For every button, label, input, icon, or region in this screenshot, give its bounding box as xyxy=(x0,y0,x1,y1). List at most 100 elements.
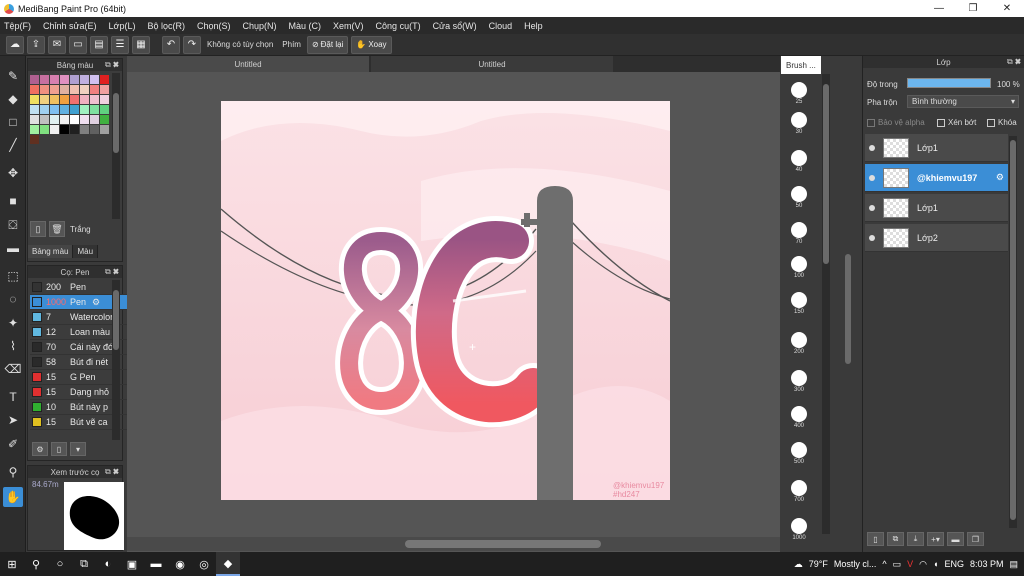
gear-icon[interactable]: ⚙ xyxy=(996,172,1004,183)
redo-icon[interactable]: ↷ xyxy=(183,35,201,54)
minimize-button[interactable]: — xyxy=(922,0,956,17)
palette-swatch[interactable] xyxy=(90,115,99,124)
select-pen-tool-icon[interactable]: ⌇ xyxy=(3,336,23,356)
panel-close-icon[interactable]: ⧉ ✖ xyxy=(1007,57,1021,67)
palette-swatch[interactable] xyxy=(70,115,79,124)
fill-rect-tool-icon[interactable]: ■ xyxy=(3,191,23,211)
antivirus-icon[interactable]: V xyxy=(907,559,913,569)
palette-swatch[interactable] xyxy=(50,75,59,84)
palette-swatch[interactable] xyxy=(60,85,69,94)
palette-swatch[interactable] xyxy=(40,125,49,134)
layer-row[interactable]: @khiemvu197 ⚙ xyxy=(865,164,1008,192)
palette-swatch[interactable] xyxy=(50,95,59,104)
palette-swatch[interactable] xyxy=(50,105,59,114)
menu-item[interactable]: Chụp(N) xyxy=(243,21,277,31)
palette-swatch[interactable] xyxy=(80,105,89,114)
palette-swatch[interactable] xyxy=(100,85,109,94)
add-brush-icon[interactable]: ⚙ xyxy=(32,442,48,456)
select-tool-icon[interactable]: ⬚ xyxy=(3,266,23,286)
layer-row[interactable]: Lớp2 xyxy=(865,224,1008,252)
divide-tool-icon[interactable]: ✐ xyxy=(3,434,23,454)
visibility-icon[interactable] xyxy=(869,234,875,241)
cloud-icon[interactable]: ☁ xyxy=(6,35,24,54)
palette-swatch[interactable] xyxy=(90,75,99,84)
visibility-icon[interactable] xyxy=(869,144,875,151)
brush-size-option[interactable]: 200 xyxy=(784,332,814,355)
menu-item[interactable]: Lớp(L) xyxy=(109,21,136,31)
file-explorer-icon[interactable]: ▬ xyxy=(144,552,168,576)
brush-scrollbar[interactable] xyxy=(112,280,120,440)
weather-text[interactable]: Mostly cl... xyxy=(834,559,877,569)
rectangle-tool-icon[interactable]: □ xyxy=(3,112,23,132)
palette-swatch[interactable] xyxy=(90,85,99,94)
tab-color[interactable]: Màu xyxy=(73,245,99,258)
line-tool-icon[interactable]: ╱ xyxy=(3,135,23,155)
palette-swatch[interactable] xyxy=(40,115,49,124)
chevron-up-icon[interactable]: ^ xyxy=(882,559,886,569)
palette-swatch[interactable] xyxy=(80,125,89,134)
bucket-tool-icon[interactable]: ⛋ xyxy=(3,215,23,235)
palette-swatch[interactable] xyxy=(60,75,69,84)
palette-swatch[interactable] xyxy=(60,115,69,124)
brush-size-option[interactable]: 25 xyxy=(784,82,814,105)
palette-swatch[interactable] xyxy=(30,75,39,84)
panel-close-icon[interactable]: ⧉ ✖ xyxy=(105,467,119,477)
palette-swatch[interactable] xyxy=(100,115,109,124)
clock[interactable]: 8:03 PM xyxy=(970,559,1004,569)
palette-swatch[interactable] xyxy=(50,115,59,124)
blend-mode-select[interactable]: Bình thường ▾ xyxy=(907,95,1019,108)
palette-swatch[interactable] xyxy=(100,125,109,134)
maximize-button[interactable]: ❐ xyxy=(956,0,990,17)
tab-palette[interactable]: Bảng màu xyxy=(28,245,74,258)
gradient-tool-icon[interactable]: ▬ xyxy=(3,238,23,258)
palette-swatch[interactable] xyxy=(70,125,79,134)
palette-swatch[interactable] xyxy=(40,105,49,114)
palette-swatch[interactable] xyxy=(30,135,39,144)
menu-item[interactable]: Màu (C) xyxy=(289,21,322,31)
panel-close-icon[interactable]: ⧉ ✖ xyxy=(105,60,119,70)
size-scrollbar[interactable] xyxy=(822,74,830,534)
protect-alpha-checkbox[interactable]: Bảo vệ alpha xyxy=(867,118,925,127)
visibility-icon[interactable] xyxy=(869,174,875,181)
palette-swatch[interactable] xyxy=(70,85,79,94)
copy-brush-icon[interactable]: ▯ xyxy=(51,442,67,456)
palette-swatch[interactable] xyxy=(70,105,79,114)
operation-tool-icon[interactable]: ➤ xyxy=(3,410,23,430)
palette-swatch[interactable] xyxy=(30,115,39,124)
reset-button[interactable]: ⊘ Đặt lại xyxy=(306,35,349,54)
menu-item[interactable]: Xem(V) xyxy=(333,21,364,31)
brush-size-option[interactable]: 100 xyxy=(784,256,814,279)
close-button[interactable]: ✕ xyxy=(990,0,1024,17)
brush-size-option[interactable]: 1000 xyxy=(784,518,814,541)
trash-icon[interactable]: 🗑 xyxy=(49,221,65,237)
palette-swatch[interactable] xyxy=(60,95,69,104)
palette-swatch[interactable] xyxy=(80,95,89,104)
eyedropper-tool-icon[interactable]: ⚲ xyxy=(3,462,23,482)
chrome-icon[interactable]: ◎ xyxy=(192,552,216,576)
menu-item[interactable]: Bộ lọc(R) xyxy=(147,21,185,31)
medibang-taskbar-icon[interactable]: ◆ xyxy=(216,552,240,576)
palette-swatch[interactable] xyxy=(90,105,99,114)
wifi-icon[interactable]: ◠ xyxy=(919,559,927,570)
upload-icon[interactable]: ⇪ xyxy=(27,35,45,54)
menu-item[interactable]: Công cụ(T) xyxy=(376,21,421,31)
palette-swatch[interactable] xyxy=(30,95,39,104)
merge-layer-icon[interactable]: ⤓ xyxy=(907,532,924,546)
brush-size-option[interactable]: 300 xyxy=(784,370,814,393)
palette-swatch[interactable] xyxy=(90,95,99,104)
copy-layer-icon[interactable]: ❐ xyxy=(967,532,984,546)
task-view-icon[interactable]: ⧉ xyxy=(72,552,96,576)
palette-swatch[interactable] xyxy=(40,75,49,84)
canvas-hscrollbar[interactable] xyxy=(127,537,780,551)
palette-swatch[interactable] xyxy=(50,125,59,134)
new-page-icon[interactable]: ▯ xyxy=(30,221,46,237)
brush-menu-icon[interactable]: ▾ xyxy=(70,442,86,456)
menu-item[interactable]: Chọn(S) xyxy=(197,21,231,31)
palette-swatch[interactable] xyxy=(50,85,59,94)
duplicate-layer-icon[interactable]: ⧉ xyxy=(887,532,904,546)
brush-size-option[interactable]: 500 xyxy=(784,442,814,465)
brush-size-option[interactable]: 400 xyxy=(784,406,814,429)
grid-icon[interactable]: ▦ xyxy=(132,35,150,54)
palette-swatch[interactable] xyxy=(90,125,99,134)
layer-row[interactable]: Lớp1 xyxy=(865,134,1008,162)
